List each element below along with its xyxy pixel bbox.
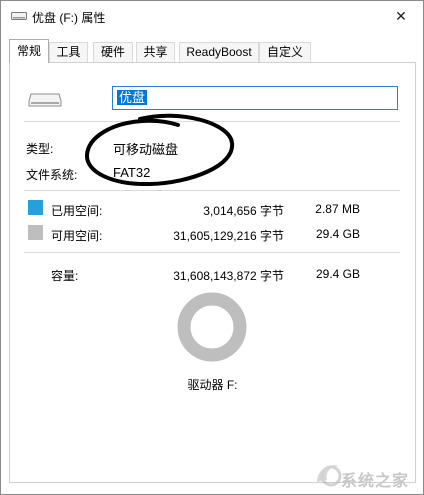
tab-tools[interactable]: 工具 bbox=[49, 42, 88, 62]
tab-general[interactable]: 常规 bbox=[9, 39, 49, 63]
used-space-bytes: 3,014,656 字节 bbox=[203, 204, 284, 218]
drive-letter-label: 驱动器 F: bbox=[187, 378, 238, 392]
divider bbox=[24, 252, 400, 253]
filesystem-label: 文件系统: bbox=[26, 168, 78, 182]
watermark-text: 系统之家 bbox=[341, 473, 410, 490]
type-value: 可移动磁盘 bbox=[113, 142, 179, 157]
drive-icon bbox=[28, 93, 62, 107]
divider bbox=[24, 121, 400, 122]
capacity-label: 容量: bbox=[51, 269, 79, 283]
tab-sharing[interactable]: 共享 bbox=[136, 42, 175, 62]
capacity-bytes: 31,608,143,872 字节 bbox=[173, 269, 284, 283]
used-space-label: 已用空间: bbox=[51, 204, 103, 218]
drive-name-input[interactable]: 优盘 bbox=[112, 86, 398, 110]
usb-drive-icon bbox=[11, 12, 27, 20]
capacity-size: 29.4 GB bbox=[315, 267, 360, 281]
tab-readyboost[interactable]: ReadyBoost bbox=[179, 42, 259, 62]
drive-name-value: 优盘 bbox=[117, 90, 148, 105]
title-bar: 优盘 (F:) 属性 ✕ bbox=[1, 1, 423, 31]
window-title: 优盘 (F:) 属性 bbox=[32, 11, 106, 25]
free-space-swatch bbox=[28, 225, 43, 240]
used-space-size: 2.87 MB bbox=[315, 202, 360, 216]
properties-window: 优盘 (F:) 属性 ✕ 常规 工具 硬件 共享 ReadyBoost 自定义 … bbox=[0, 0, 424, 495]
close-icon: ✕ bbox=[395, 7, 407, 24]
tab-customize[interactable]: 自定义 bbox=[259, 42, 311, 62]
used-space-swatch bbox=[28, 200, 43, 215]
tab-hardware[interactable]: 硬件 bbox=[93, 42, 133, 62]
type-label: 类型: bbox=[26, 142, 54, 156]
free-space-label: 可用空间: bbox=[51, 229, 103, 243]
general-panel: 优盘 类型: 可移动磁盘 文件系统: FAT32 已用空间: 3,014,656… bbox=[9, 62, 416, 483]
close-button[interactable]: ✕ bbox=[379, 1, 423, 31]
filesystem-value: FAT32 bbox=[113, 165, 151, 180]
free-space-bytes: 31,605,129,216 字节 bbox=[173, 229, 284, 243]
free-space-size: 29.4 GB bbox=[315, 227, 360, 241]
divider bbox=[24, 190, 400, 191]
usage-donut-chart bbox=[177, 292, 247, 362]
donut-free-arc bbox=[177, 292, 247, 362]
